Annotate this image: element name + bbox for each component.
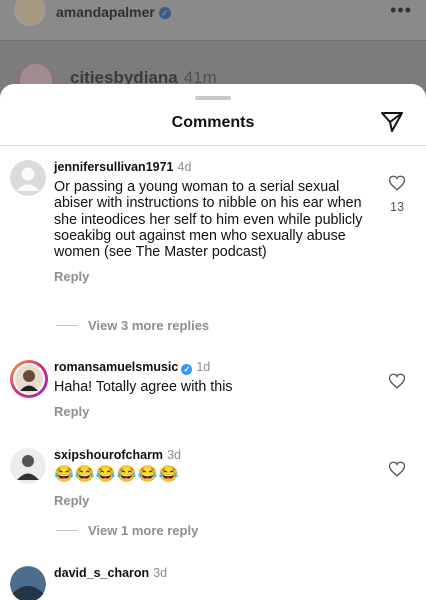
reply-button[interactable]: Reply <box>54 493 374 508</box>
background-post-username: amandapalmer ✓ <box>56 4 171 20</box>
sheet-grabber-handle[interactable] <box>195 96 231 100</box>
comment-text: 😂😂😂😂😂😂 <box>54 466 180 483</box>
comment-username[interactable]: jennifersullivan1971 4d <box>54 160 374 175</box>
comment-time: 1d <box>196 360 211 374</box>
like-heart-icon[interactable] <box>388 460 406 478</box>
view-more-replies-button[interactable]: View 1 more reply <box>56 523 198 538</box>
replies-line <box>56 325 78 326</box>
comment-time: 3d <box>167 448 181 462</box>
reply-button[interactable]: Reply <box>54 269 374 284</box>
profile-photo-icon <box>10 448 46 484</box>
like-heart-icon[interactable] <box>388 174 406 192</box>
avatar[interactable] <box>10 566 46 600</box>
like-heart-icon[interactable] <box>388 372 406 390</box>
comment-username[interactable]: sxipshourofcharm 3d <box>54 448 374 463</box>
comment-text: Haha! Totally agree with this <box>54 379 233 395</box>
view-more-replies-button[interactable]: View 3 more replies <box>56 318 209 333</box>
verified-icon: ✓ <box>158 7 171 19</box>
profile-photo-icon <box>10 566 46 600</box>
default-avatar-icon <box>10 160 46 196</box>
comment-time: 4d <box>177 160 192 174</box>
comment-username[interactable]: david_s_charon 3d <box>54 566 374 581</box>
avatar[interactable] <box>10 160 46 196</box>
avatar[interactable] <box>10 448 46 484</box>
reply-button[interactable]: Reply <box>54 404 374 419</box>
profile-photo-icon <box>13 363 45 395</box>
like-count: 13 <box>390 200 404 214</box>
background-post-avatar <box>14 0 46 26</box>
comment-username[interactable]: romansamuelsmusic ✓ 1d <box>54 360 374 375</box>
share-send-icon[interactable] <box>380 110 404 134</box>
comments-sheet: Comments jennifersullivan1971 4d Or passi… <box>0 84 426 600</box>
header-divider <box>0 145 426 146</box>
more-options-icon: ••• <box>390 0 412 20</box>
sheet-title: Comments <box>171 114 255 131</box>
comment-time: 3d <box>153 566 168 580</box>
comment-text: Or passing a young woman to a serial sex… <box>54 179 363 261</box>
background-divider <box>0 40 426 41</box>
avatar[interactable] <box>10 360 48 398</box>
verified-icon: ✓ <box>181 364 193 375</box>
background-post-header: amandapalmer ✓ ••• <box>0 0 426 40</box>
replies-line <box>56 530 78 531</box>
